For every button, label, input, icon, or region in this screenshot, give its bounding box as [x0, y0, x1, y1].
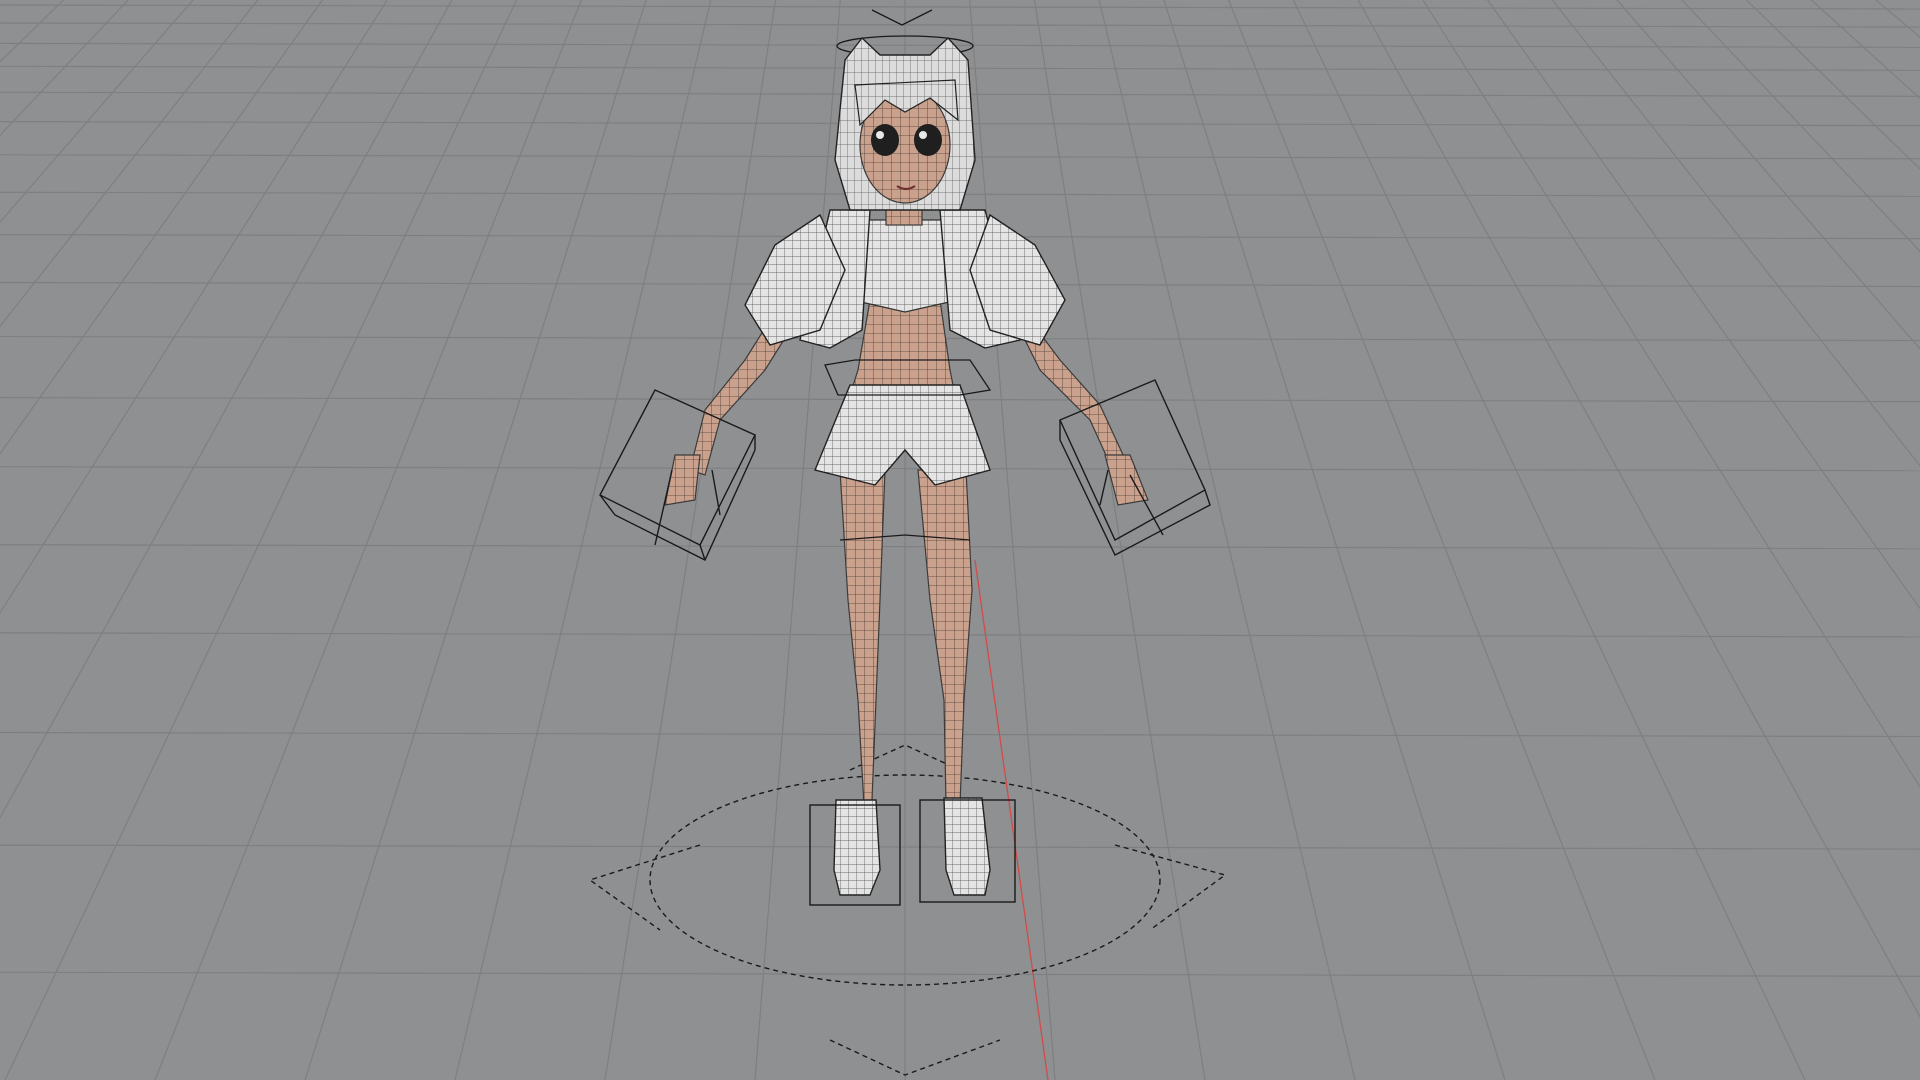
- grid-line: [905, 0, 1920, 1080]
- grid-line: [0, 0, 905, 1080]
- grid-line: [0, 0, 905, 1080]
- grid-line: [0, 0, 905, 1080]
- grid-line: [0, 42, 1920, 48]
- grid-line: [905, 0, 1920, 1080]
- grid-line: [1551, 0, 1920, 467]
- grid-line: [905, 0, 1920, 1080]
- grid-line: [905, 0, 1920, 1080]
- grid-line: [905, 0, 1920, 1080]
- grid-line: [0, 0, 905, 1080]
- right-leg: [839, 469, 886, 807]
- grid-line: [905, 0, 1920, 1080]
- grid-line: [0, 22, 1920, 28]
- grid-line: [304, 0, 647, 1080]
- grid-line: [0, 0, 905, 1080]
- grid-line: [0, 0, 905, 1080]
- grid-line: [905, 0, 1920, 1080]
- grid-line: [0, 0, 905, 1080]
- grid-line: [0, 335, 1920, 342]
- grid-line: [905, 0, 1920, 1080]
- grid-line: [0, 0, 905, 1080]
- grid-line: [905, 0, 1920, 1080]
- grid-line: [905, 0, 1920, 1080]
- grid-line: [905, 0, 1920, 1080]
- grid-line: [0, 0, 194, 224]
- grid-line: [0, 0, 905, 1080]
- grid-line: [0, 0, 324, 455]
- grid-line: [905, 0, 1920, 1080]
- grid-line: [1745, 0, 1920, 170]
- grid-line: [905, 0, 1920, 1080]
- viewport-canvas[interactable]: [0, 0, 1920, 1080]
- right-shoe: [833, 799, 881, 896]
- grid-line: [0, 0, 905, 1080]
- grid-line: [0, 0, 65, 63]
- grid-line: [905, 0, 1920, 1080]
- grid-line: [0, 0, 905, 1080]
- grid-line: [1681, 0, 1920, 253]
- grid-line: [905, 0, 1920, 1080]
- grid-line: [0, 0, 129, 137]
- grid-line: [905, 0, 1920, 1080]
- grid-line: [905, 0, 1920, 1080]
- grid-line: [1422, 0, 1920, 789]
- grid-line: [0, 0, 905, 1080]
- grid-line: [905, 0, 1920, 1080]
- grid-line: [0, 0, 905, 1080]
- grid-line: [905, 0, 1920, 1080]
- grid-line: [0, 4, 1920, 10]
- grid-line: [905, 0, 1920, 1080]
- 3d-viewport[interactable]: [0, 0, 1920, 1080]
- grid-line: [0, 0, 905, 1080]
- left-eye: [914, 124, 942, 156]
- grid-line: [0, 0, 905, 1080]
- right-eye: [871, 124, 899, 156]
- grid-line: [0, 0, 905, 1080]
- grid-line: [1163, 0, 1506, 1080]
- grid-line: [154, 0, 582, 1080]
- grid-line: [1810, 0, 1920, 100]
- right-eye-highlight: [876, 131, 884, 139]
- grid-line: [0, 0, 453, 819]
- left-hand: [1104, 454, 1149, 506]
- grid-line: [905, 0, 1920, 1080]
- grid-line: [0, 0, 905, 1080]
- grid-line: [905, 0, 1920, 1080]
- grid-line: [1228, 0, 1656, 1080]
- grid-line: [1486, 0, 1920, 610]
- grid-line: [1875, 0, 1920, 38]
- x-axis-line: [974, 559, 1049, 1080]
- grid-line: [0, 0, 259, 328]
- grid-line: [0, 0, 905, 1080]
- character-mesh[interactable]: [664, 36, 1149, 896]
- grid-line: [905, 0, 1920, 1080]
- grid-line: [0, 0, 905, 1080]
- grid-line: [0, 0, 905, 1080]
- grid-line: [0, 0, 905, 1080]
- grid-line: [1357, 0, 1920, 1018]
- left-shoe: [943, 797, 991, 896]
- grid-line: [0, 0, 388, 615]
- grid-line: [0, 0, 905, 1080]
- grid-line: [0, 0, 905, 1080]
- grid-line: [905, 0, 1920, 1080]
- grid-line: [0, 0, 905, 1080]
- grid-line: [905, 0, 1920, 1080]
- left-eye-highlight: [919, 131, 927, 139]
- grid-line: [0, 971, 1920, 977]
- grid-line: [0, 0, 905, 1080]
- grid-line: [0, 0, 905, 1080]
- grid-line: [0, 0, 905, 1080]
- grid-line: [1292, 0, 1806, 1080]
- root-control[interactable]: [588, 744, 1227, 1076]
- torso: [849, 299, 956, 396]
- grid-line: [4, 0, 518, 1080]
- grid-line: [1616, 0, 1920, 350]
